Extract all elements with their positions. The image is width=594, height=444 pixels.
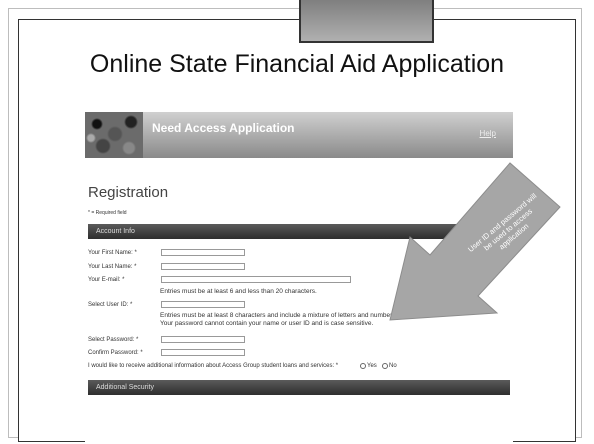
required-field-note: * = Required field xyxy=(88,210,127,216)
user-id-input[interactable] xyxy=(161,301,245,308)
email-input[interactable] xyxy=(161,276,351,283)
user-id-label: Select User ID: * xyxy=(88,302,133,308)
marketing-question: I would like to receive additional infor… xyxy=(88,363,339,369)
slide-top-tab xyxy=(299,0,434,43)
user-id-hint-line-2: Your password cannot contain your name o… xyxy=(160,320,374,327)
leaf-photo xyxy=(85,112,143,158)
email-label: Your E-mail: * xyxy=(88,277,125,283)
confirm-password-label: Confirm Password: * xyxy=(88,350,143,356)
radio-no[interactable] xyxy=(382,363,388,369)
radio-no-label: No xyxy=(389,363,397,369)
banner-title: Need Access Application xyxy=(152,121,295,135)
first-name-label: Your First Name: * xyxy=(88,250,137,256)
user-id-hint-line-1: Entries must be at least 8 characters an… xyxy=(160,312,398,319)
last-name-label: Your Last Name: * xyxy=(88,264,137,270)
password-label: Select Password: * xyxy=(88,337,139,343)
radio-yes[interactable] xyxy=(360,363,366,369)
help-link[interactable]: Help xyxy=(480,129,496,138)
first-name-input[interactable] xyxy=(161,249,245,256)
last-name-input[interactable] xyxy=(161,263,245,270)
additional-security-section: Additional Security xyxy=(88,380,510,395)
slide-title: Online State Financial Aid Application xyxy=(89,50,505,78)
confirm-password-input[interactable] xyxy=(161,349,245,356)
email-hint: Entries must be at least 6 and less than… xyxy=(160,288,317,295)
password-input[interactable] xyxy=(161,336,245,343)
radio-yes-label: Yes xyxy=(367,363,377,369)
registration-heading: Registration xyxy=(88,184,169,201)
